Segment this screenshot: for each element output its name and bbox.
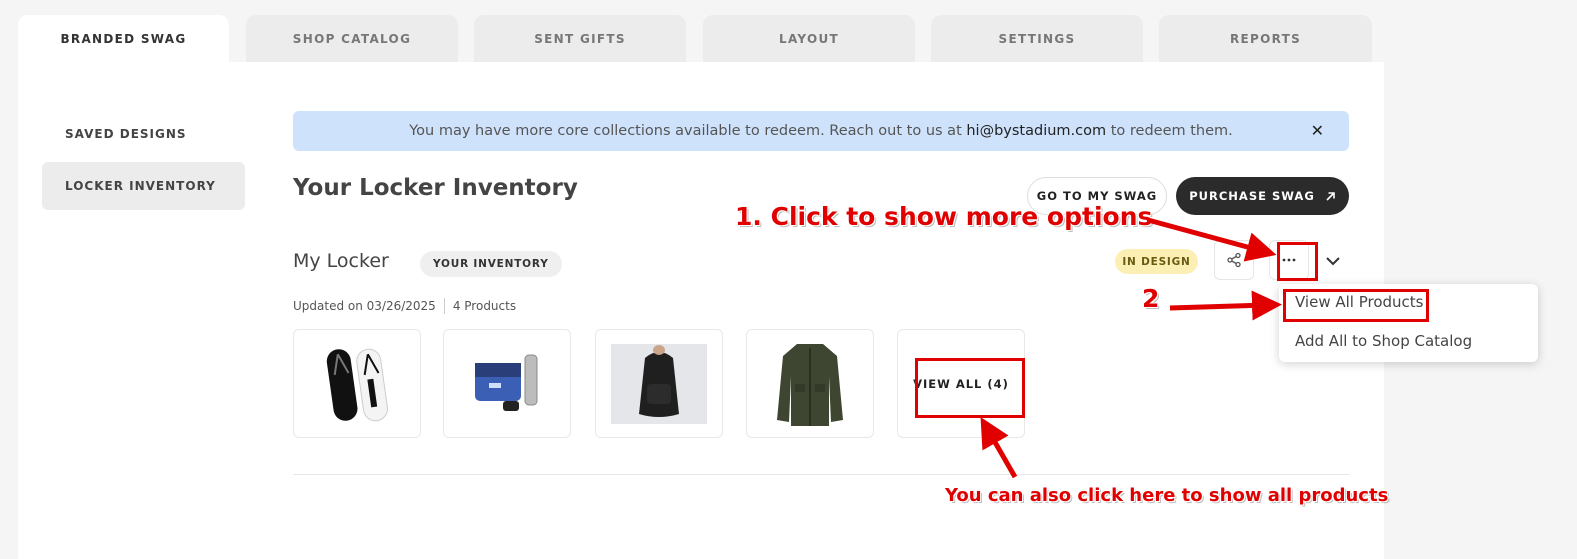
annotation-arrows (980, 217, 1282, 479)
